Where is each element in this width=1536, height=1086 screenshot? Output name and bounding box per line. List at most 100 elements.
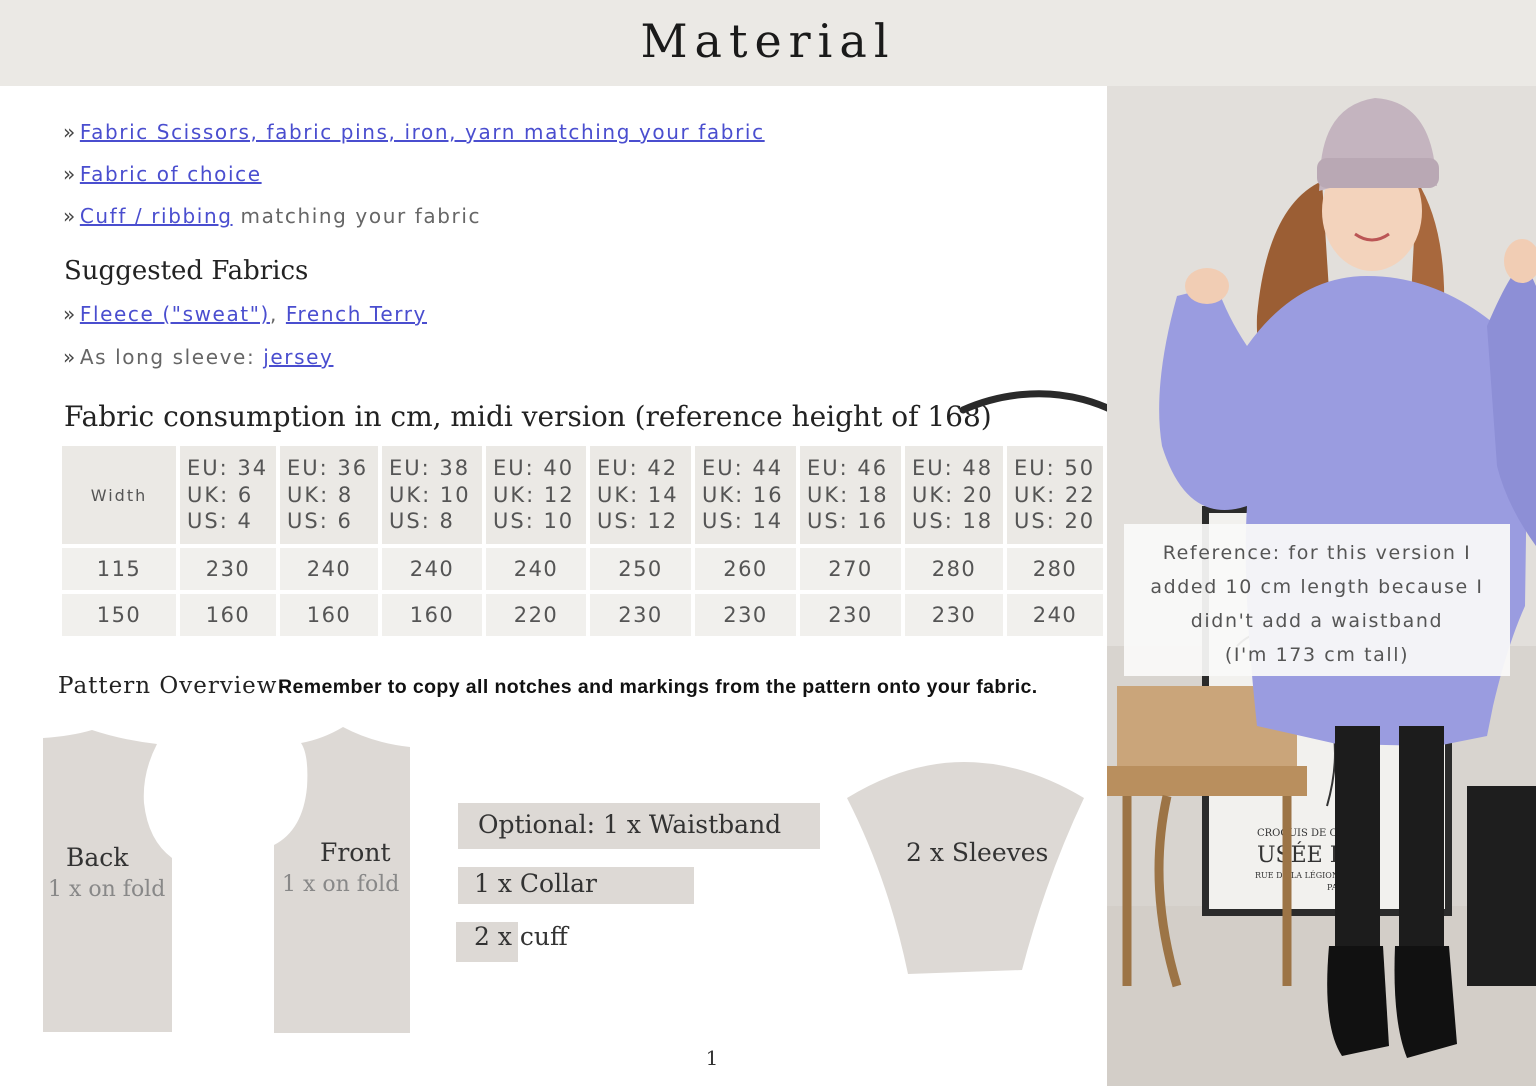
material-link-cuff[interactable]: Cuff / ribbing <box>80 204 233 228</box>
page-number: 1 <box>705 1046 719 1070</box>
width-cell: 150 <box>62 594 176 636</box>
reference-line-3: didn't add a waistband <box>1190 610 1444 632</box>
collar-label: 1 x Collar <box>474 869 597 898</box>
size-header-cell: EU: 40 UK: 12 US: 10 <box>486 446 586 544</box>
consumption-heading: Fabric consumption in cm, midi version (… <box>64 400 992 433</box>
fleece-link[interactable]: Fleece ("sweat") <box>80 302 270 326</box>
size-us: US: 4 <box>187 509 253 534</box>
value-cell: 280 <box>1007 548 1103 590</box>
value-cell: 230 <box>800 594 901 636</box>
size-header-cell: EU: 48 UK: 20 US: 18 <box>905 446 1003 544</box>
size-uk: UK: 14 <box>597 482 679 507</box>
chevron-bullet-icon: » <box>63 302 77 326</box>
value-cell: 240 <box>1007 594 1103 636</box>
size-eu: EU: 48 <box>912 456 994 481</box>
back-piece-label: Back <box>66 843 129 872</box>
suggested-fabrics-heading: Suggested Fabrics <box>64 256 309 286</box>
size-us: US: 18 <box>912 509 994 534</box>
page-title: Material <box>640 14 896 68</box>
poster-text-2: USÉE D <box>1257 841 1347 868</box>
size-uk: UK: 6 <box>187 482 254 507</box>
size-us: US: 20 <box>1014 509 1096 534</box>
fabric-consumption-table: Width EU: 34 UK: 6 US: 4 EU: 36 UK: 8 US: 6 … <box>58 442 1107 640</box>
size-us: US: 16 <box>807 509 889 534</box>
size-us: US: 10 <box>493 509 575 534</box>
size-header-cell: EU: 42 UK: 14 US: 12 <box>590 446 691 544</box>
material-link-tools[interactable]: Fabric Scissors, fabric pins, iron, yarn… <box>80 120 765 144</box>
size-eu: EU: 46 <box>807 456 889 481</box>
front-piece-label: Front <box>320 838 391 867</box>
size-uk: UK: 20 <box>912 482 994 507</box>
reference-line-1: Reference: for this version I <box>1162 542 1472 564</box>
reference-line-4: (I'm 173 cm tall) <box>1224 644 1410 666</box>
size-header-cell: EU: 44 UK: 16 US: 14 <box>695 446 796 544</box>
chevron-bullet-icon: » <box>63 162 77 186</box>
pattern-note: Remember to copy all notches and marking… <box>278 676 1038 698</box>
value-cell: 260 <box>695 548 796 590</box>
size-us: US: 14 <box>702 509 784 534</box>
value-cell: 220 <box>486 594 586 636</box>
size-eu: EU: 34 <box>187 456 269 481</box>
size-eu: EU: 50 <box>1014 456 1096 481</box>
value-cell: 240 <box>486 548 586 590</box>
size-us: US: 8 <box>389 509 455 534</box>
size-uk: UK: 10 <box>389 482 471 507</box>
chevron-bullet-icon: » <box>63 345 77 369</box>
suggested-line-fleece: » Fleece ("sweat"), French Terry <box>63 302 427 326</box>
width-cell: 115 <box>62 548 176 590</box>
size-header-cell: EU: 34 UK: 6 US: 4 <box>180 446 276 544</box>
pattern-overview-heading: Pattern Overview: <box>58 673 287 699</box>
waistband-label: Optional: 1 x Waistband <box>478 810 782 839</box>
value-cell: 160 <box>280 594 378 636</box>
size-uk: UK: 16 <box>702 482 784 507</box>
size-header-cell: EU: 36 UK: 8 US: 6 <box>280 446 378 544</box>
sleeve-pattern-piece <box>847 762 1084 974</box>
size-header-cell: EU: 38 UK: 10 US: 8 <box>382 446 482 544</box>
size-uk: UK: 18 <box>807 482 889 507</box>
suggested-line-jersey: » As long sleeve: jersey <box>63 345 334 369</box>
size-uk: UK: 22 <box>1014 482 1096 507</box>
reference-line-2: added 10 cm length because I <box>1150 576 1484 598</box>
size-eu: EU: 38 <box>389 456 471 481</box>
value-cell: 240 <box>382 548 482 590</box>
material-link-fabric[interactable]: Fabric of choice <box>80 162 262 186</box>
value-cell: 270 <box>800 548 901 590</box>
long-sleeve-prefix: As long sleeve: <box>79 345 264 369</box>
value-cell: 240 <box>280 548 378 590</box>
cuff-label: 2 x cuff <box>474 922 568 951</box>
value-cell: 280 <box>905 548 1003 590</box>
french-terry-link[interactable]: French Terry <box>286 302 427 326</box>
material-item-tools: » Fabric Scissors, fabric pins, iron, yar… <box>63 120 765 144</box>
table-row: 115 230 240 240 240 250 260 270 280 280 <box>62 548 1103 590</box>
size-us: US: 6 <box>287 509 353 534</box>
size-uk: UK: 8 <box>287 482 354 507</box>
size-eu: EU: 36 <box>287 456 369 481</box>
value-cell: 230 <box>695 594 796 636</box>
chevron-bullet-icon: » <box>63 120 77 144</box>
size-eu: EU: 42 <box>597 456 679 481</box>
table-header-row: Width EU: 34 UK: 6 US: 4 EU: 36 UK: 8 US: 6 … <box>62 446 1103 544</box>
separator-comma: , <box>269 302 286 326</box>
material-item-cuff: » Cuff / ribbing matching your fabric <box>63 204 481 228</box>
size-us: US: 12 <box>597 509 679 534</box>
size-uk: UK: 12 <box>493 482 575 507</box>
value-cell: 230 <box>905 594 1003 636</box>
sleeves-label: 2 x Sleeves <box>906 838 1049 867</box>
front-piece-sub: 1 x on fold <box>282 872 400 897</box>
material-item-fabric: » Fabric of choice <box>63 162 262 186</box>
chevron-bullet-icon: » <box>63 204 77 228</box>
table-row: 150 160 160 160 220 230 230 230 230 240 <box>62 594 1103 636</box>
reference-note-box: Reference: for this version I added 10 c… <box>1124 524 1510 676</box>
jersey-link[interactable]: jersey <box>263 345 333 369</box>
value-cell: 230 <box>180 548 276 590</box>
value-cell: 160 <box>382 594 482 636</box>
size-header-cell: EU: 50 UK: 22 US: 20 <box>1007 446 1103 544</box>
value-cell: 160 <box>180 594 276 636</box>
value-cell: 250 <box>590 548 691 590</box>
poster-text-3: RUE DE LA LÉGION <box>1255 871 1339 880</box>
size-eu: EU: 44 <box>702 456 784 481</box>
size-eu: EU: 40 <box>493 456 575 481</box>
back-piece-sub: 1 x on fold <box>48 877 166 902</box>
value-cell: 230 <box>590 594 691 636</box>
material-cuff-rest: matching your fabric <box>232 204 482 228</box>
